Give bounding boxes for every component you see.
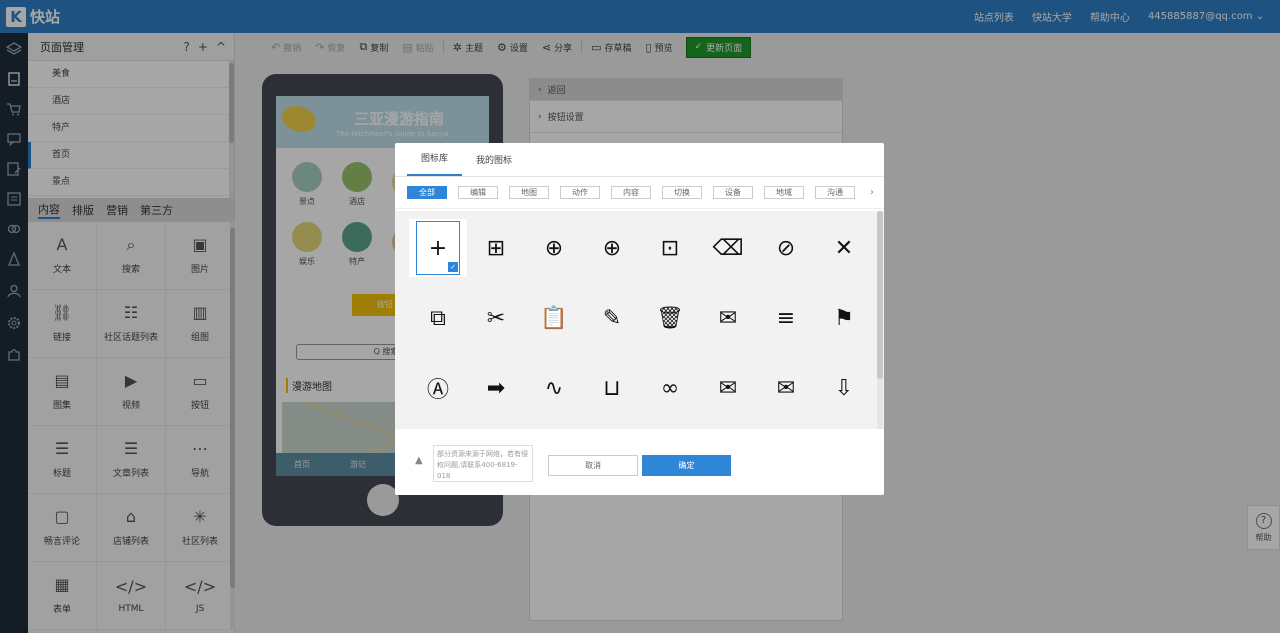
link-icon[interactable]: ∞ [641,359,699,417]
icon-grid: + ✓ ⊞ ⊕ ⊕ ⊡ ⌫ ⊘ ✕ ⧉ ✂ 📋 ✎ 🗑 ✉ ≡ ⚑ Ⓐ ➡ ∿ ⊔ ∞ ✉ ✉ ⇩ [395,211,884,429]
mail-icon[interactable]: ✉ [699,359,757,417]
add-icon[interactable]: + ✓ [409,219,467,277]
dialog-footer: ▲ 部分资源来源于网络，若有侵权问题,请联系400-6819-018 取消 确定 [395,439,884,495]
category-filter[interactable]: 设备 [713,186,753,199]
forward-icon[interactable]: ➡ [467,359,525,417]
cancel-button[interactable]: 取消 [548,455,638,476]
category-filter[interactable]: 动作 [560,186,600,199]
inbox-icon[interactable]: ⊔ [583,359,641,417]
category-filter[interactable]: 地图 [509,186,549,199]
font-download-icon[interactable]: Ⓐ [409,359,467,417]
clear-icon[interactable]: ✕ [815,219,873,277]
category-filter[interactable]: 地域 [764,186,804,199]
copyright-note: 部分资源来源于网络，若有侵权问题,请联系400-6819-018 [433,445,533,482]
category-filter[interactable]: 全部 [407,186,447,199]
selected-check-icon: ✓ [448,262,458,272]
flag-icon[interactable]: ⚑ [815,289,873,347]
filter-list-icon[interactable]: ≡ [757,289,815,347]
backspace-icon[interactable]: ⌫ [699,219,757,277]
tab-icon-library[interactable]: 图标库 [407,151,463,176]
tab-my-icons[interactable]: 我的图标 [462,153,526,176]
warning-icon: ▲ [415,455,423,466]
icon-categories: 全部 编辑 地图 动作 内容 切换 设备 地域 沟通 › [395,177,884,209]
category-filter[interactable]: 编辑 [458,186,498,199]
add-circle-icon[interactable]: ⊕ [525,219,583,277]
paste-icon[interactable]: 📋 [525,289,583,347]
category-filter[interactable]: 内容 [611,186,651,199]
add-box-icon[interactable]: ⊞ [467,219,525,277]
confirm-button[interactable]: 确定 [642,455,731,476]
block-icon[interactable]: ⊘ [757,219,815,277]
icon-grid-scrollbar[interactable] [877,211,883,429]
delete-sweep-icon[interactable]: 🗑 [641,289,699,347]
cut-icon[interactable]: ✂ [467,289,525,347]
move-to-inbox-icon[interactable]: ⇩ [815,359,873,417]
copy-icon[interactable]: ⧉ [409,289,467,347]
dialog-tabs: 图标库 我的图标 [395,143,884,177]
drafts-icon[interactable]: ✉ [699,289,757,347]
icon-row: Ⓐ ➡ ∿ ⊔ ∞ ✉ ✉ ⇩ [409,359,873,417]
icon-row: + ✓ ⊞ ⊕ ⊕ ⊡ ⌫ ⊘ ✕ [409,219,873,277]
gesture-icon[interactable]: ∿ [525,359,583,417]
add-circle-outline-icon[interactable]: ⊕ [583,219,641,277]
markunread-icon[interactable]: ✉ [757,359,815,417]
category-filter[interactable]: 切换 [662,186,702,199]
categories-next-icon[interactable]: › [870,187,874,198]
create-icon[interactable]: ✎ [583,289,641,347]
category-filter[interactable]: 沟通 [815,186,855,199]
archive-icon[interactable]: ⊡ [641,219,699,277]
icon-row: ⧉ ✂ 📋 ✎ 🗑 ✉ ≡ ⚑ [409,289,873,347]
icon-picker-dialog: 图标库 我的图标 全部 编辑 地图 动作 内容 切换 设备 地域 沟通 › + ✓ ⊞ ⊕ ⊕ ⊡ ⌫ ⊘ ✕ ⧉ ✂… [395,143,884,495]
